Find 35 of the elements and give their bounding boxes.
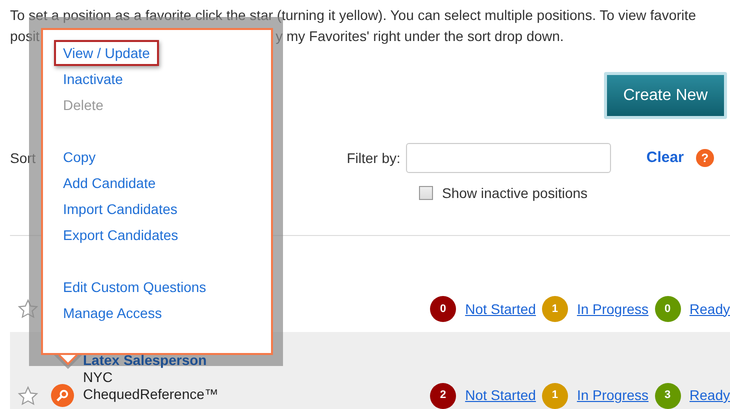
checkbox-label: Show inactive positions (442, 184, 588, 203)
filter-label: Filter by: (346, 148, 400, 168)
count-badge: 0 (430, 296, 456, 322)
help-icon[interactable]: ? (696, 149, 714, 167)
position-title-link[interactable]: Latex Salesperson (83, 352, 207, 369)
count-badge: 1 (542, 296, 568, 322)
status-link[interactable]: Not Started (465, 385, 536, 406)
count-badge: 2 (430, 382, 456, 408)
menu-item[interactable]: Edit Custom Questions (54, 274, 216, 300)
location-text: NYC (83, 369, 113, 386)
filter-field[interactable] (406, 143, 612, 173)
star-icon[interactable] (17, 384, 39, 406)
count-badge: 1 (542, 382, 568, 408)
intro-text: y my Favorites' right under the sort drop down. (276, 27, 564, 46)
intro-text: To set a position as a favorite click the star (turning it yellow). You can select multiple positions. To view favorite (10, 6, 696, 25)
search-icon[interactable] (51, 384, 74, 407)
create-new-button[interactable]: Create New (604, 72, 727, 119)
status-link[interactable]: Ready (690, 298, 730, 320)
count-badge: 0 (654, 296, 681, 322)
menu-item[interactable]: Add Candidate (54, 170, 165, 196)
menu-item[interactable]: View / Update (54, 40, 159, 66)
menu-item[interactable]: Export Candidates (54, 222, 188, 248)
status-link[interactable]: Not Started (465, 298, 536, 320)
menu-item[interactable]: Copy (54, 144, 105, 170)
menu-item[interactable]: Inactivate (54, 66, 132, 92)
status-link[interactable]: In Progress (576, 298, 649, 320)
sort-label: Sort (10, 148, 36, 168)
product-text: ChequedReference™ (83, 386, 218, 403)
menu-item[interactable]: Import Candidates (54, 196, 186, 222)
intro-text: posit (10, 27, 40, 46)
menu-item[interactable]: Manage Access (54, 300, 171, 326)
status-link[interactable]: Ready (690, 385, 730, 406)
count-badge: 3 (654, 382, 681, 408)
clear-link[interactable]: Clear (646, 146, 684, 170)
status-link[interactable]: In Progress (576, 385, 649, 406)
